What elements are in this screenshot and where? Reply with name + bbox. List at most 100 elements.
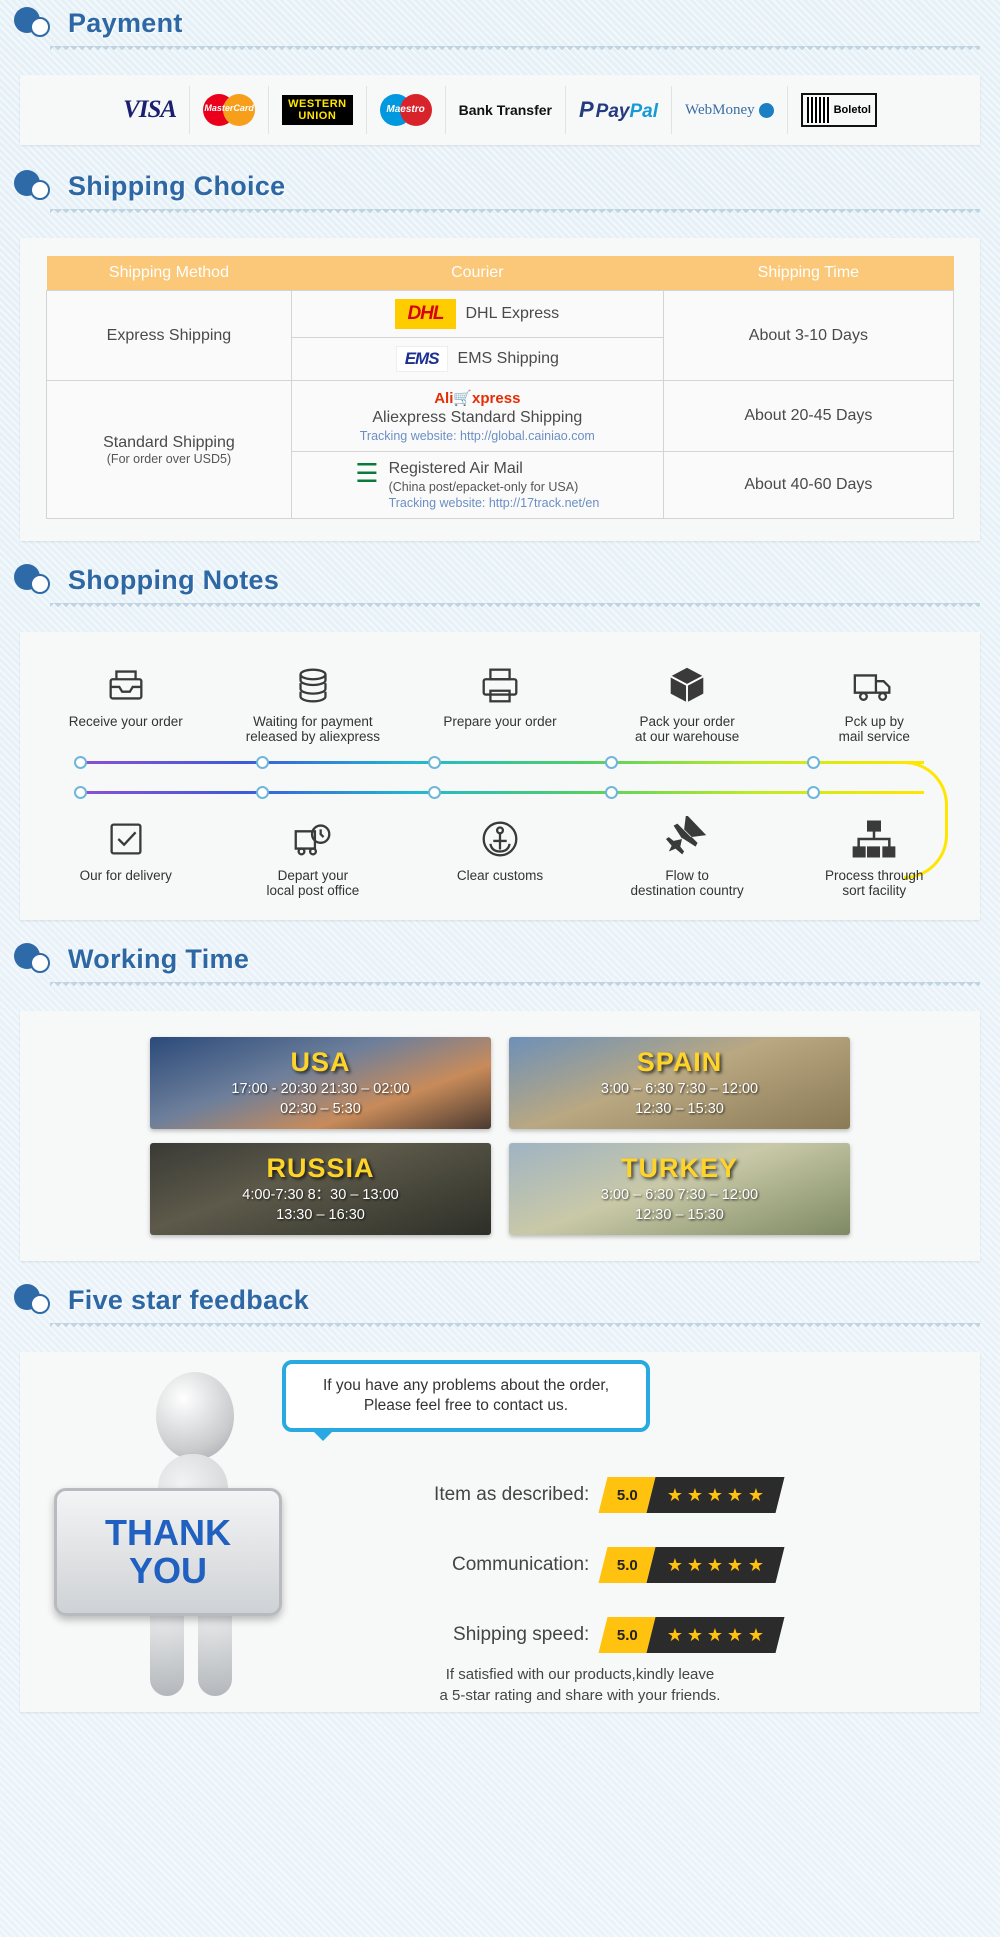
section-header-payment: Payment bbox=[0, 0, 1000, 65]
delivery-truck-icon bbox=[786, 654, 962, 708]
flow-step-depart-post-office: Depart your local post office bbox=[225, 808, 401, 900]
page-title-feedback: Five star feedback bbox=[68, 1285, 310, 1315]
page-title-working-time: Working Time bbox=[68, 944, 250, 974]
circle-outline-icon bbox=[30, 574, 50, 594]
rating-row-shipping-speed: Shipping speed: 5.0 ★ ★ ★ ★ ★ bbox=[350, 1600, 785, 1670]
dhl-icon: DHL bbox=[395, 299, 456, 329]
payment-method-bank-transfer: Bank Transfer bbox=[446, 86, 566, 134]
star-icon: ★ bbox=[667, 1624, 684, 1645]
star-rating-icons: ★ ★ ★ ★ ★ bbox=[646, 1547, 785, 1583]
progress-dot bbox=[255, 786, 269, 799]
country-hours-line1: 3:00 – 6:30 7:30 – 12:00 bbox=[600, 1081, 759, 1097]
section-bullet-icon bbox=[14, 170, 54, 200]
col-shipping-time: Shipping Time bbox=[663, 256, 954, 291]
payment-method-webmoney: WebMoney bbox=[672, 86, 788, 134]
truck-clock-icon bbox=[225, 808, 401, 862]
progress-dot bbox=[74, 786, 87, 799]
footer-line-1: If satisfied with our products,kindly le… bbox=[445, 1666, 715, 1683]
rating-label: Shipping speed: bbox=[453, 1624, 590, 1645]
mastercard-icon: MasterCard bbox=[203, 94, 256, 126]
sign-line-1: THANK bbox=[105, 1512, 231, 1553]
shipping-panel: Shipping Method Courier Shipping Time Ex… bbox=[20, 238, 980, 541]
section-header-notes: Shopping Notes bbox=[0, 557, 1000, 622]
tracking-link-cainiao[interactable]: Tracking website: http://global.cainiao.… bbox=[360, 429, 595, 443]
ems-icon: EMS bbox=[395, 346, 448, 372]
payment-method-visa: VISA bbox=[110, 86, 191, 134]
divider-zigzag bbox=[50, 209, 980, 218]
method-note-standard: (For order over USD5) bbox=[106, 451, 232, 466]
star-icon: ★ bbox=[747, 1554, 764, 1575]
country-hours-line1: 3:00 – 6:30 7:30 – 12:00 bbox=[600, 1187, 759, 1203]
circle-outline-icon bbox=[30, 180, 50, 200]
star-icon: ★ bbox=[727, 1484, 744, 1505]
star-icon: ★ bbox=[667, 1554, 684, 1575]
gradient-bar bbox=[76, 761, 924, 764]
cell-courier-aliexpress: Ali🛒xpress Aliexpress Standard Shipping … bbox=[290, 380, 664, 452]
tracking-link-17track[interactable]: Tracking website: http://17track.net/en bbox=[389, 496, 600, 510]
product-detail-page: Payment VISA MasterCard WESTERN UNION Ma… bbox=[0, 0, 1000, 1937]
page-title-shipping: Shipping Choice bbox=[68, 171, 286, 201]
rating-badge: 5.0 ★ ★ ★ ★ ★ bbox=[598, 1547, 785, 1583]
country-hours-line2: 12:30 – 15:30 bbox=[635, 1207, 724, 1223]
flow-step-flow-destination: Flow to destination country bbox=[599, 808, 775, 900]
webmoney-icon: WebMoney bbox=[685, 102, 774, 119]
country-title: TURKEY bbox=[620, 1153, 738, 1183]
progress-track-top bbox=[48, 750, 952, 879]
flow-label: Depart your local post office bbox=[266, 868, 360, 898]
page-title-notes: Shopping Notes bbox=[68, 565, 280, 595]
barcode-icon bbox=[806, 97, 831, 123]
cell-courier-airmail: ☰ Registered Air Mail (China post/epacke… bbox=[290, 451, 664, 519]
star-icon: ★ bbox=[747, 1484, 764, 1505]
flow-label: Pack your order at our warehouse bbox=[634, 714, 740, 744]
process-flow-bottom-row: Our for delivery Depart your local post … bbox=[38, 808, 962, 900]
package-box-icon bbox=[599, 654, 775, 708]
payment-method-paypal: P PayPal bbox=[566, 86, 672, 134]
working-time-card-spain: SPAIN 3:00 – 6:30 7:30 – 12:00 12:30 – 1… bbox=[509, 1037, 850, 1129]
country-title: RUSSIA bbox=[266, 1153, 375, 1183]
cell-time-express: About 3-10 Days bbox=[662, 290, 955, 381]
country-title: USA bbox=[290, 1047, 351, 1077]
shopping-notes-panel: Receive your order Waiting for payment r… bbox=[20, 632, 980, 920]
paypal-icon: P PayPal bbox=[578, 97, 658, 122]
section-bullet-icon bbox=[14, 1284, 54, 1314]
cell-time-airmail: About 40-60 Days bbox=[662, 451, 955, 519]
flow-label: Prepare your order bbox=[443, 714, 557, 729]
working-time-grid: USA 17:00 - 20:30 21:30 – 02:00 02:30 – … bbox=[20, 1011, 980, 1261]
star-icon: ★ bbox=[707, 1554, 724, 1575]
flow-label: Flow to destination country bbox=[630, 868, 744, 898]
country-hours-line2: 12:30 – 15:30 bbox=[635, 1101, 724, 1117]
section-header-working-time: Working Time bbox=[0, 936, 1000, 1001]
payment-methods-row: VISA MasterCard WESTERN UNION Maestro Ba… bbox=[20, 75, 980, 145]
cell-method-express: Express Shipping bbox=[46, 290, 292, 381]
flow-label: Process through sort facility bbox=[825, 868, 924, 898]
boleto-icon: Boletol bbox=[800, 93, 877, 127]
aliexpress-icon: Ali🛒xpress bbox=[434, 390, 521, 407]
star-icon: ★ bbox=[747, 1624, 764, 1645]
method-label-standard: Standard Shipping bbox=[103, 433, 235, 451]
country-hours-line2: 02:30 – 5:30 bbox=[280, 1101, 361, 1117]
country-title: SPAIN bbox=[636, 1047, 723, 1077]
country-hours-line1: 4:00-7:30 8：30 – 13:00 bbox=[242, 1187, 399, 1203]
payment-panel: VISA MasterCard WESTERN UNION Maestro Ba… bbox=[20, 75, 980, 145]
rating-row-item-as-described: Item as described: 5.0 ★ ★ ★ ★ ★ bbox=[350, 1460, 785, 1530]
gradient-bar bbox=[76, 791, 924, 794]
progress-track-bottom bbox=[48, 780, 952, 806]
star-icon: ★ bbox=[667, 1484, 684, 1505]
section-bullet-icon bbox=[14, 943, 54, 973]
divider-zigzag bbox=[50, 1323, 980, 1332]
star-icon: ★ bbox=[727, 1554, 744, 1575]
coins-stack-icon bbox=[225, 654, 401, 708]
ratings-list: Item as described: 5.0 ★ ★ ★ ★ ★ Communicati… bbox=[350, 1460, 785, 1670]
country-hours-line1: 17:00 - 20:30 21:30 – 02:00 bbox=[231, 1081, 410, 1097]
footer-line-2: a 5-star rating and share with your frie… bbox=[439, 1687, 721, 1704]
globe-icon bbox=[758, 102, 774, 118]
courier-name-ems: EMS Shipping bbox=[457, 350, 559, 367]
maestro-icon: Maestro bbox=[379, 94, 432, 126]
star-rating-icons: ★ ★ ★ ★ ★ bbox=[646, 1477, 785, 1513]
flow-step-out-for-delivery: Our for delivery bbox=[38, 808, 214, 900]
star-icon: ★ bbox=[687, 1484, 704, 1505]
flow-step-sort-facility: Process through sort facility bbox=[786, 808, 962, 900]
process-flow-top-row: Receive your order Waiting for payment r… bbox=[38, 654, 962, 746]
payment-method-boleto: Boletol bbox=[788, 86, 890, 134]
sign-line-2: YOU bbox=[128, 1550, 207, 1591]
